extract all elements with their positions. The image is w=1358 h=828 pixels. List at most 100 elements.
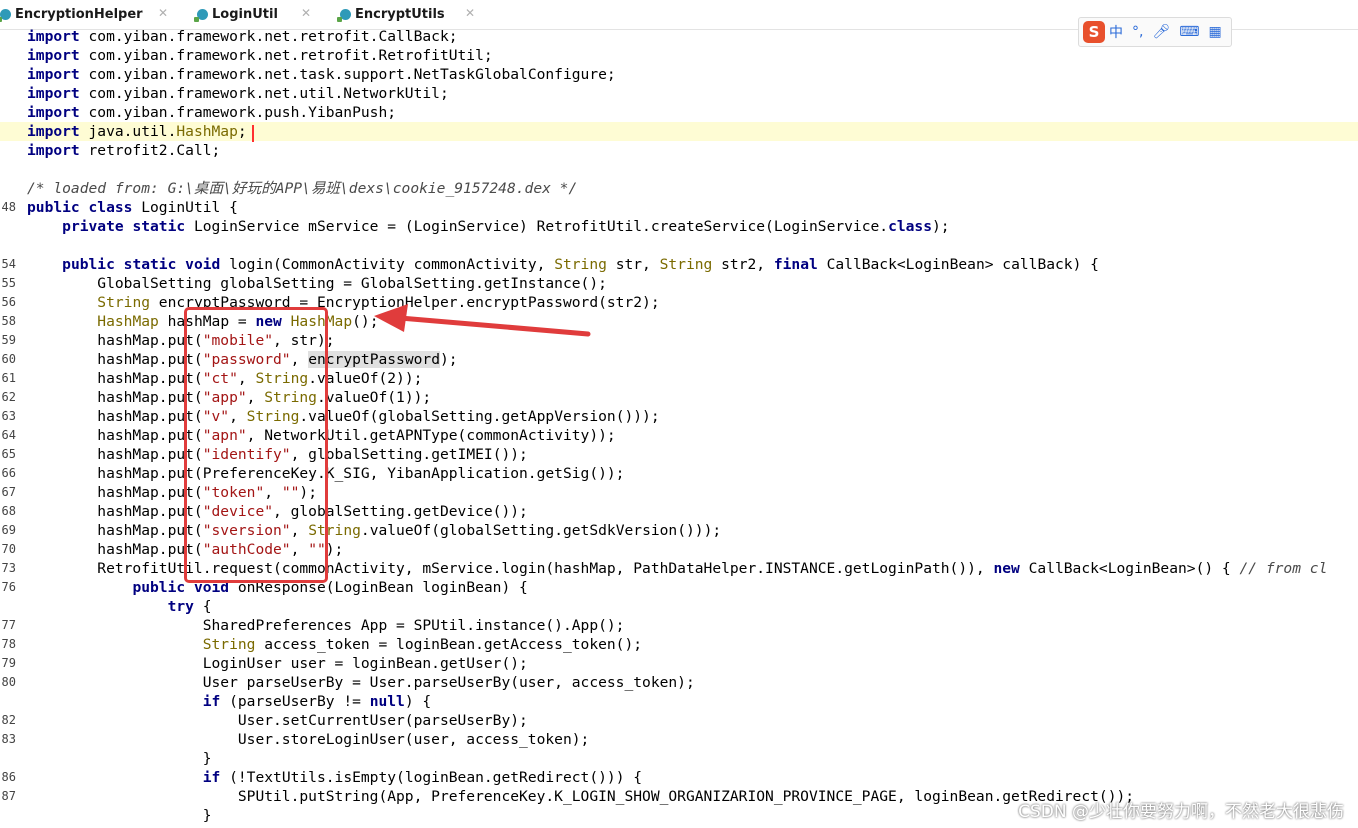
code-text[interactable]: hashMap.put("device", globalSetting.getD… xyxy=(27,502,528,521)
code-line[interactable]: import com.yiban.framework.push.YibanPus… xyxy=(0,103,1358,122)
line-number: 79 xyxy=(1,656,16,670)
code-line[interactable]: 59 hashMap.put("mobile", str); xyxy=(0,331,1358,350)
code-line[interactable]: 54 public static void login(CommonActivi… xyxy=(0,255,1358,274)
code-line[interactable]: 60 hashMap.put("password", encryptPasswo… xyxy=(0,350,1358,369)
code-text[interactable]: hashMap.put("token", ""); xyxy=(27,483,317,502)
code-line[interactable]: 76 public void onResponse(LoginBean logi… xyxy=(0,578,1358,597)
code-text[interactable]: public static void login(CommonActivity … xyxy=(27,255,1099,274)
code-line[interactable]: 79 LoginUser user = loginBean.getUser(); xyxy=(0,654,1358,673)
line-number: 73 xyxy=(1,561,16,575)
code-line[interactable]: 69 hashMap.put("sversion", String.valueO… xyxy=(0,521,1358,540)
grid-icon[interactable]: ▦ xyxy=(1208,24,1221,40)
code-text[interactable]: hashMap.put("v", String.valueOf(globalSe… xyxy=(27,407,659,426)
tab-encryption-helper[interactable]: EncryptionHelper ✕ xyxy=(0,0,168,28)
code-text[interactable]: SPUtil.putString(App, PreferenceKey.K_LO… xyxy=(27,787,1134,806)
code-line[interactable]: 68 hashMap.put("device", globalSetting.g… xyxy=(0,502,1358,521)
code-line[interactable]: import com.yiban.framework.net.task.supp… xyxy=(0,65,1358,84)
code-line[interactable]: 66 hashMap.put(PreferenceKey.K_SIG, Yiba… xyxy=(0,464,1358,483)
code-line[interactable]: 83 User.storeLoginUser(user, access_toke… xyxy=(0,730,1358,749)
tab-encrypt-utils[interactable]: EncryptUtils ✕ xyxy=(337,0,475,28)
ime-lang-toggle[interactable]: 中 xyxy=(1109,22,1123,42)
csdn-watermark: CSDN @少壮你要努力啊，不然老大很悲伤 xyxy=(1018,802,1344,822)
code-text[interactable]: hashMap.put("ct", String.valueOf(2)); xyxy=(27,369,422,388)
code-line[interactable]: 67 hashMap.put("token", ""); xyxy=(0,483,1358,502)
code-line[interactable]: /* loaded from: G:\桌面\好玩的APP\易班\dexs\coo… xyxy=(0,179,1358,198)
code-text[interactable]: User.storeLoginUser(user, access_token); xyxy=(27,730,589,749)
code-text[interactable]: hashMap.put("identify", globalSetting.ge… xyxy=(27,445,528,464)
code-text[interactable]: try { xyxy=(27,597,212,616)
code-line[interactable]: 62 hashMap.put("app", String.valueOf(1))… xyxy=(0,388,1358,407)
code-text[interactable]: String access_token = loginBean.getAcces… xyxy=(27,635,642,654)
ime-toolbar[interactable]: S 中 °, 🎤︎ ⌨ ▦ xyxy=(1078,17,1232,47)
code-text[interactable]: hashMap.put("apn", NetworkUtil.getAPNTyp… xyxy=(27,426,615,445)
code-text[interactable]: HashMap hashMap = new HashMap(); xyxy=(27,312,378,331)
code-text[interactable]: if (parseUserBy != null) { xyxy=(27,692,431,711)
code-line[interactable]: import java.util.HashMap; xyxy=(0,122,1358,141)
keyboard-icon[interactable]: ⌨ xyxy=(1179,24,1199,40)
code-text[interactable]: RetrofitUtil.request(commonActivity, mSe… xyxy=(27,559,1327,578)
ime-punct-toggle[interactable]: °, xyxy=(1132,24,1143,40)
code-line[interactable]: 70 hashMap.put("authCode", ""); xyxy=(0,540,1358,559)
code-line[interactable]: 65 hashMap.put("identify", globalSetting… xyxy=(0,445,1358,464)
sogou-logo-icon[interactable]: S xyxy=(1083,21,1105,43)
code-text[interactable]: import com.yiban.framework.net.retrofit.… xyxy=(27,29,458,46)
close-icon[interactable]: ✕ xyxy=(158,6,168,20)
code-text[interactable]: User parseUserBy = User.parseUserBy(user… xyxy=(27,673,695,692)
code-text[interactable]: import com.yiban.framework.push.YibanPus… xyxy=(27,103,396,122)
code-text[interactable]: import retrofit2.Call; xyxy=(27,141,220,160)
code-text[interactable]: } xyxy=(27,749,212,768)
code-line[interactable]: 80 User parseUserBy = User.parseUserBy(u… xyxy=(0,673,1358,692)
code-text[interactable]: public void onResponse(LoginBean loginBe… xyxy=(27,578,527,597)
code-text[interactable]: SharedPreferences App = SPUtil.instance(… xyxy=(27,616,625,635)
code-text[interactable]: if (!TextUtils.isEmpty(loginBean.getRedi… xyxy=(27,768,642,787)
code-text[interactable]: hashMap.put("authCode", ""); xyxy=(27,540,343,559)
code-line[interactable]: 78 String access_token = loginBean.getAc… xyxy=(0,635,1358,654)
code-line[interactable]: 82 User.setCurrentUser(parseUserBy); xyxy=(0,711,1358,730)
code-line[interactable]: private static LoginService mService = (… xyxy=(0,217,1358,236)
code-line[interactable]: 48 public class LoginUtil { xyxy=(0,198,1358,217)
code-line[interactable]: 58 HashMap hashMap = new HashMap(); xyxy=(0,312,1358,331)
code-line[interactable]: 73 RetrofitUtil.request(commonActivity, … xyxy=(0,559,1358,578)
line-number: 61 xyxy=(1,371,16,385)
code-text[interactable]: hashMap.put("app", String.valueOf(1)); xyxy=(27,388,431,407)
line-number: 56 xyxy=(1,295,16,309)
close-icon[interactable]: ✕ xyxy=(465,6,475,20)
close-icon[interactable]: ✕ xyxy=(301,6,311,20)
code-line[interactable]: 63 hashMap.put("v", String.valueOf(globa… xyxy=(0,407,1358,426)
code-line[interactable]: import com.yiban.framework.net.retrofit.… xyxy=(0,46,1358,65)
code-line[interactable]: try { xyxy=(0,597,1358,616)
code-text[interactable]: GlobalSetting globalSetting = GlobalSett… xyxy=(27,274,607,293)
code-text[interactable]: hashMap.put(PreferenceKey.K_SIG, YibanAp… xyxy=(27,464,624,483)
code-line[interactable] xyxy=(0,236,1358,255)
code-text[interactable]: import com.yiban.framework.net.util.Netw… xyxy=(27,84,449,103)
code-text[interactable]: hashMap.put("mobile", str); xyxy=(27,331,334,350)
code-line[interactable] xyxy=(0,160,1358,179)
code-line[interactable]: } xyxy=(0,749,1358,768)
microphone-icon[interactable]: 🎤︎ xyxy=(1152,24,1170,40)
tab-login-util[interactable]: LoginUtil ✕ xyxy=(194,0,311,28)
code-editor[interactable]: import com.yiban.framework.net.retrofit.… xyxy=(0,29,1358,828)
code-text[interactable]: import java.util.HashMap; xyxy=(27,122,247,141)
code-line[interactable]: 56 String encryptPassword = EncryptionHe… xyxy=(0,293,1358,312)
line-number: 70 xyxy=(1,542,16,556)
code-text[interactable]: LoginUser user = loginBean.getUser(); xyxy=(27,654,528,673)
code-line[interactable]: 61 hashMap.put("ct", String.valueOf(2)); xyxy=(0,369,1358,388)
code-line[interactable]: 55 GlobalSetting globalSetting = GlobalS… xyxy=(0,274,1358,293)
code-text[interactable]: import com.yiban.framework.net.task.supp… xyxy=(27,65,616,84)
code-text[interactable]: } xyxy=(27,806,212,825)
code-text[interactable]: hashMap.put("sversion", String.valueOf(g… xyxy=(27,521,721,540)
code-text[interactable]: private static LoginService mService = (… xyxy=(27,217,949,236)
line-number: 63 xyxy=(1,409,16,423)
code-text[interactable]: public class LoginUtil { xyxy=(27,198,238,217)
code-text[interactable]: /* loaded from: G:\桌面\好玩的APP\易班\dexs\coo… xyxy=(27,179,577,198)
code-line[interactable]: if (parseUserBy != null) { xyxy=(0,692,1358,711)
code-text[interactable]: import com.yiban.framework.net.retrofit.… xyxy=(27,46,493,65)
code-text[interactable]: hashMap.put("password", encryptPassword)… xyxy=(27,350,458,369)
code-line[interactable]: 86 if (!TextUtils.isEmpty(loginBean.getR… xyxy=(0,768,1358,787)
code-text[interactable]: User.setCurrentUser(parseUserBy); xyxy=(27,711,528,730)
code-line[interactable]: import com.yiban.framework.net.util.Netw… xyxy=(0,84,1358,103)
code-line[interactable]: import retrofit2.Call; xyxy=(0,141,1358,160)
code-line[interactable]: 77 SharedPreferences App = SPUtil.instan… xyxy=(0,616,1358,635)
code-line[interactable]: 64 hashMap.put("apn", NetworkUtil.getAPN… xyxy=(0,426,1358,445)
code-text[interactable]: String encryptPassword = EncryptionHelpe… xyxy=(27,293,659,312)
